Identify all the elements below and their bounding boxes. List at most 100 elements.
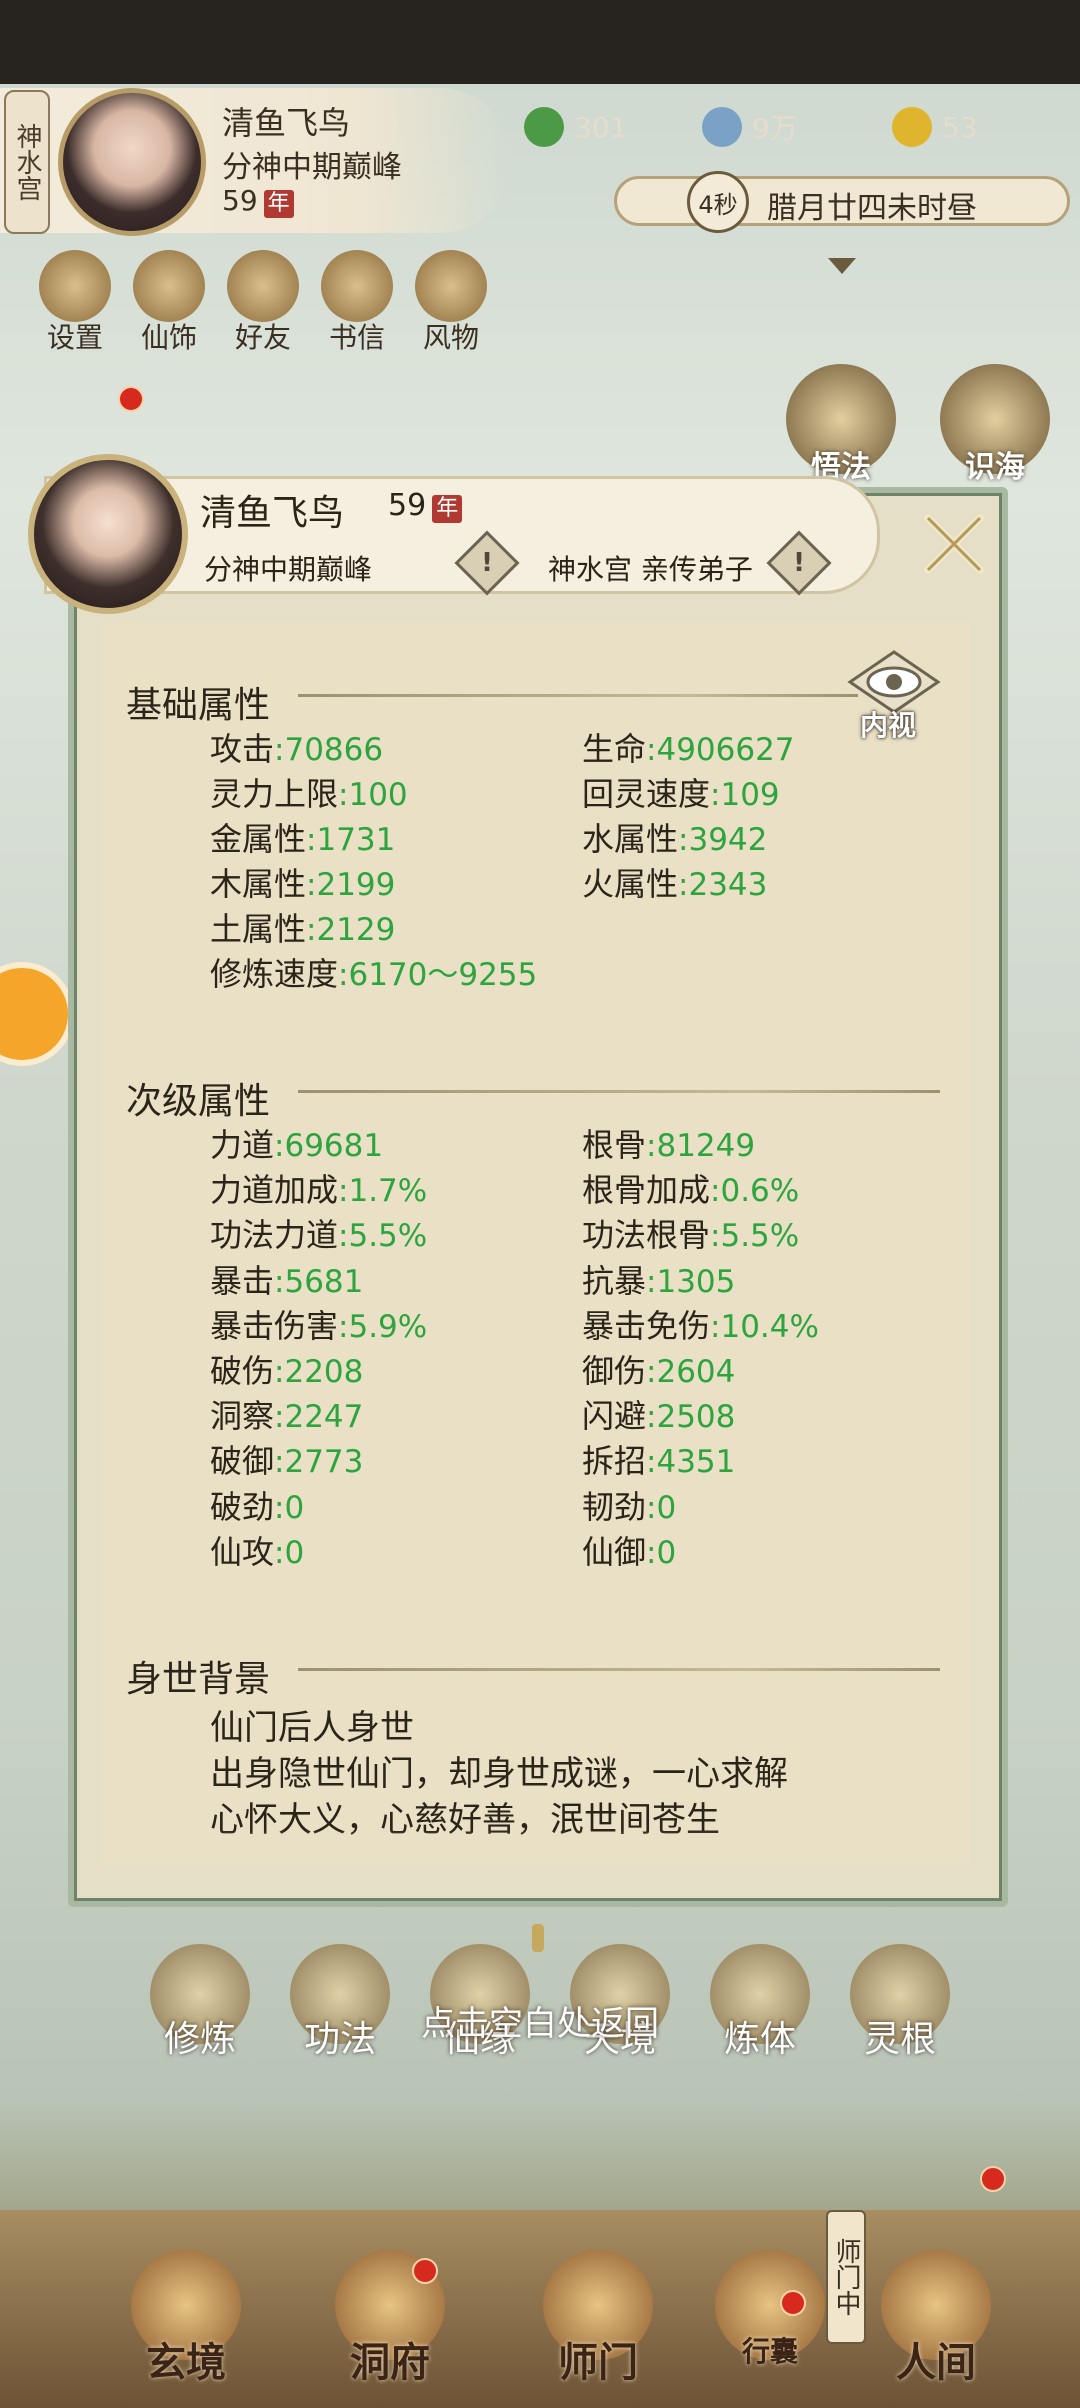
floating-assistant-button[interactable] [0, 962, 74, 1066]
stat-value: 4906627 [656, 732, 795, 768]
stat-separator: : [710, 1218, 721, 1255]
stat-value: 10.4% [720, 1308, 819, 1345]
exclamation-icon: ! [793, 548, 805, 578]
stat-row: 拆招:4351 [582, 1436, 735, 1482]
age-value: 59 [222, 184, 258, 217]
stat-row: 水属性:3942 [582, 814, 767, 860]
resource-stamina[interactable]: 53 [892, 104, 978, 150]
friends-button[interactable]: 好友 [222, 250, 304, 356]
stat-row: 根骨:81249 [582, 1120, 755, 1166]
stat-separator: : [274, 1128, 285, 1164]
resource-spirit-stone[interactable]: 301 [524, 104, 627, 150]
stat-row: 韧劲:0 [582, 1482, 676, 1528]
close-button[interactable] [906, 496, 1002, 592]
stat-value: 2247 [284, 1399, 364, 1436]
stat-separator: : [306, 912, 317, 948]
stat-row: 抗暴:1305 [582, 1256, 735, 1302]
scenery-button[interactable]: 风物 [410, 250, 492, 356]
stat-row: 暴击伤害:5.9% [210, 1301, 427, 1347]
bottom-nav-sect[interactable]: 师门 [528, 2250, 668, 2388]
dialog-character-name: 清鱼飞鸟 [200, 493, 345, 534]
resource-coins[interactable]: 9万 [702, 104, 798, 150]
player-realm: 分神中期巅峰 [222, 150, 402, 185]
notification-dot [780, 2290, 806, 2316]
scroll-icon [415, 250, 487, 322]
section-divider [298, 1668, 940, 1671]
stat-separator: : [646, 1444, 657, 1481]
stat-row: 破劲:0 [210, 1482, 304, 1528]
stat-row: 洞察:2247 [210, 1391, 363, 1437]
scroll-fade [100, 1830, 970, 1864]
notification-dot [980, 2166, 1006, 2192]
bottom-nav-label: 行囊 [741, 2335, 798, 2368]
strength-icon [892, 107, 932, 147]
stat-label: 水属性 [582, 820, 679, 858]
stat-label: 御伤 [582, 1352, 647, 1390]
stat-separator: : [338, 1218, 349, 1255]
mail-button[interactable]: 书信 [316, 250, 398, 356]
character-portrait [28, 454, 188, 614]
stat-label: 土属性 [210, 910, 307, 948]
bottom-nav-mystic[interactable]: 玄境 [116, 2250, 256, 2388]
insight-button[interactable]: 悟法 [786, 364, 896, 485]
age-value: 59 [388, 488, 427, 523]
stat-value: 0 [656, 1534, 677, 1571]
bottom-nav-world[interactable]: 人间 [866, 2250, 1006, 2388]
stat-value: 2773 [284, 1444, 364, 1481]
costume-icon [133, 250, 205, 322]
sect-tag: 神水宫 [4, 90, 50, 234]
stat-row: 回灵速度:109 [582, 769, 780, 815]
stat-separator: : [710, 777, 721, 813]
stat-separator: : [274, 732, 285, 768]
stat-separator: : [306, 867, 317, 903]
stat-value: 5681 [284, 1263, 364, 1300]
stat-separator: : [338, 957, 349, 993]
stat-row: 功法力道:5.5% [210, 1210, 427, 1256]
stat-separator: : [306, 822, 317, 858]
bottom-nav-cave[interactable]: 洞府 [320, 2250, 460, 2388]
stat-separator: : [338, 777, 349, 813]
stat-label: 破劲 [210, 1487, 275, 1526]
sect-status-badge: 师门中 [826, 2210, 866, 2344]
bottom-nav-bag[interactable]: 行囊 [700, 2250, 840, 2370]
age-unit-badge: 年 [432, 495, 463, 523]
basic-attributes-heading: 基础属性 [126, 685, 271, 726]
stat-label: 回灵速度 [582, 775, 711, 813]
sea-of-knowledge-button[interactable]: 识海 [940, 364, 1050, 485]
stat-separator: : [274, 1534, 285, 1571]
gear-icon [39, 250, 111, 322]
stat-value: 1305 [656, 1263, 736, 1300]
stat-label: 根骨加成 [582, 1171, 711, 1210]
stat-row: 暴击:5681 [210, 1256, 363, 1302]
section-divider [298, 694, 858, 697]
stat-value: 1731 [316, 822, 396, 858]
age-unit-badge: 年 [263, 190, 294, 218]
stat-label: 暴击免伤 [582, 1306, 711, 1345]
avatar[interactable] [58, 88, 206, 236]
dialog-sect: 神水宫 亲传弟子 [548, 553, 753, 586]
stat-value: 69681 [284, 1128, 384, 1164]
tap-to-return-hint[interactable]: 点击空白处返回 [0, 1996, 1080, 2045]
notification-dot [118, 386, 144, 412]
basic-attributes-list: 攻击:70866 生命:4906627 灵力上限:100 回灵速度:109 金属性:17… [210, 724, 930, 996]
stat-value: 0 [284, 1534, 305, 1571]
costume-button[interactable]: 仙饰 [128, 250, 210, 356]
stat-separator: : [678, 822, 689, 858]
chevron-down-icon[interactable] [828, 258, 856, 274]
stat-separator: : [338, 1173, 349, 1210]
time-bar[interactable]: 4秒 腊月廿四未时昼 [614, 171, 1070, 233]
section-divider [298, 1090, 940, 1093]
stat-label: 攻击 [210, 730, 275, 768]
stat-row: 仙攻:0 [210, 1527, 304, 1573]
stat-separator: : [646, 1489, 657, 1526]
secondary-attributes-heading: 次级属性 [126, 1081, 271, 1122]
settings-button[interactable]: 设置 [34, 250, 116, 356]
stat-value: 70866 [284, 732, 384, 768]
stat-row: 火属性:2343 [582, 859, 767, 905]
stat-row: 土属性:2129 [210, 904, 395, 950]
stat-separator: : [710, 1308, 721, 1345]
player-age: 59 年 [222, 184, 294, 218]
stat-label: 功法力道 [210, 1216, 339, 1255]
background-line: 仙门后人身世 [210, 1708, 414, 1748]
stat-value: 5.5% [720, 1218, 800, 1255]
